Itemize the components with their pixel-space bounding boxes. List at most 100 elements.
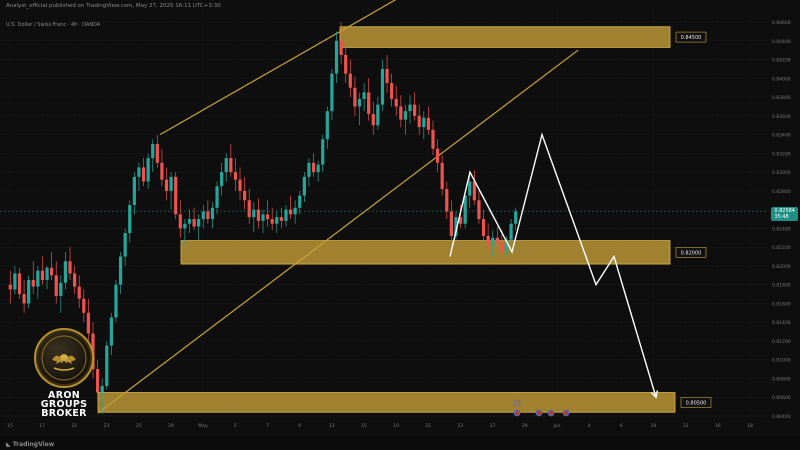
- x-tick-label: 19: [393, 423, 399, 429]
- candle-body: [77, 286, 81, 299]
- y-tick-label: 0.82400: [772, 226, 791, 232]
- candle-body: [31, 280, 35, 287]
- y-tick-label: 0.83800: [772, 95, 791, 101]
- current-price-countdown: 35:48: [774, 214, 789, 221]
- candle-body: [403, 111, 408, 120]
- footer-bar: [0, 436, 800, 450]
- candle-body: [431, 129, 435, 149]
- candle-body: [229, 158, 233, 173]
- candle-body: [509, 223, 513, 240]
- tradingview-logo[interactable]: ◣ TradingView: [6, 441, 54, 448]
- candle-body: [481, 219, 486, 236]
- candle-body: [141, 167, 146, 182]
- candle-body: [426, 117, 431, 130]
- candle-body: [357, 98, 362, 107]
- candle-body: [298, 195, 302, 208]
- candle-body: [449, 211, 453, 236]
- zone-middle: [180, 240, 671, 265]
- x-tick-label: 29: [522, 423, 528, 429]
- candle-body: [17, 273, 22, 295]
- candle-body: [63, 261, 68, 283]
- candle-body: [330, 73, 334, 112]
- x-tick-label: 10: [651, 423, 657, 429]
- candle-body: [82, 298, 86, 313]
- candle-body: [307, 162, 311, 177]
- candle-body: [413, 104, 417, 116]
- candle-body: [123, 233, 127, 257]
- candle-body: [174, 176, 178, 215]
- x-tick-label: 21: [71, 423, 77, 429]
- candle-body: [367, 92, 371, 114]
- x-tick-label: 27: [490, 423, 496, 429]
- brand-emblem-icon: [34, 328, 94, 388]
- candle-body: [59, 282, 63, 296]
- x-tick-label: 12: [683, 423, 689, 429]
- tradingview-logo-text: TradingView: [12, 441, 55, 448]
- candle-body: [495, 237, 499, 243]
- x-tick-label: 9: [298, 423, 301, 429]
- candle-body: [233, 172, 238, 180]
- channel-lower-line: [97, 49, 579, 414]
- candle-body: [132, 176, 136, 205]
- candle-body: [265, 214, 270, 220]
- y-tick-label: 0.81800: [772, 283, 791, 289]
- candle-body: [192, 219, 196, 227]
- candle-body: [220, 172, 224, 187]
- candle-body: [385, 68, 389, 84]
- zone-resistance: [339, 26, 671, 48]
- x-tick-label: 25: [136, 423, 142, 429]
- candle-body: [151, 144, 155, 159]
- candle-body: [417, 115, 421, 128]
- candle-body: [376, 104, 380, 126]
- candle-body: [316, 164, 320, 173]
- candle-body: [477, 200, 481, 220]
- x-tick-label: 15: [361, 423, 367, 429]
- candle-body: [128, 204, 132, 234]
- candle-body: [210, 207, 215, 220]
- candle-body: [270, 219, 274, 224]
- y-tick-label: 0.80400: [772, 414, 791, 420]
- candle-body: [13, 273, 17, 290]
- candle-body: [224, 158, 228, 173]
- y-tick-label: 0.81400: [772, 320, 791, 326]
- candle-body: [27, 280, 31, 304]
- candle-body: [334, 40, 339, 74]
- y-tick-label: 0.84200: [772, 58, 791, 64]
- candle-body: [45, 267, 49, 280]
- event-marker-icon: [547, 409, 555, 417]
- brand-logo: ARON GROUPS BROKER: [22, 328, 106, 418]
- y-tick-label: 0.83600: [772, 114, 791, 120]
- y-tick-label: 0.81000: [772, 358, 791, 364]
- candle-body: [146, 158, 150, 182]
- x-tick-label: Jun: [552, 423, 560, 429]
- x-tick-label: 21: [425, 423, 431, 429]
- candle-body: [399, 106, 403, 120]
- candle-body: [247, 200, 251, 218]
- candle-body: [371, 113, 375, 126]
- x-tick-label: 13: [329, 423, 335, 429]
- candle-body: [36, 270, 40, 287]
- candle-body: [252, 209, 256, 218]
- candle-body: [197, 219, 201, 227]
- price-chart[interactable]: 0.84600 0.84400 0.84200 0.84000 0.83800 0.836…: [0, 0, 800, 450]
- candle-body: [261, 214, 265, 221]
- y-tick-label: 0.82000: [772, 264, 791, 270]
- candle-body: [311, 162, 316, 173]
- candle-body: [408, 104, 412, 112]
- x-tick-label: 29: [168, 423, 174, 429]
- candle-body: [468, 181, 472, 196]
- y-tick-label: 0.80600: [772, 395, 791, 401]
- candle-body: [445, 189, 449, 212]
- publisher-line: Analyst_official published on TradingVie…: [6, 3, 221, 9]
- candle-body: [394, 98, 398, 107]
- candle-body: [279, 217, 283, 221]
- brand-name: ARON GROUPS BROKER: [22, 391, 106, 419]
- candle-body: [68, 261, 72, 274]
- channel-upper-line: [159, 0, 397, 136]
- zone-label: 0.80500: [686, 400, 707, 406]
- brand-line-3: BROKER: [41, 408, 87, 419]
- candle-body: [73, 273, 77, 287]
- x-tick-label: 6: [620, 423, 623, 429]
- x-tick-label: 17: [39, 423, 45, 429]
- tradingview-logo-icon: ◣: [6, 441, 13, 448]
